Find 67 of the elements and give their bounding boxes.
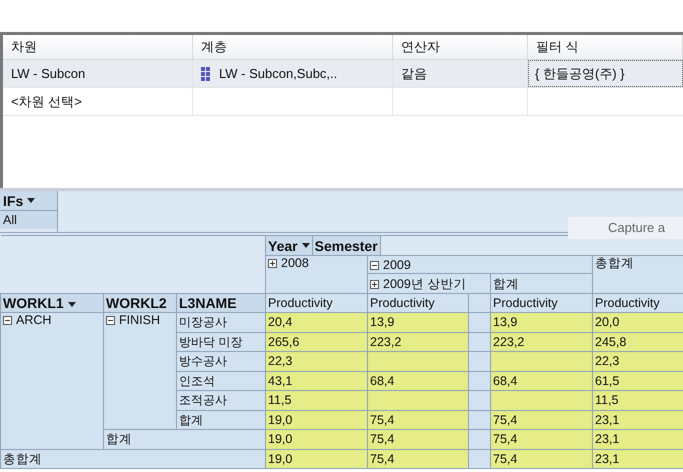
value-cell: 75,4	[368, 449, 469, 468]
value-cell: 23,1	[592, 410, 683, 430]
column-header[interactable]: 연산자	[393, 35, 528, 60]
year-header[interactable]: 2008	[268, 256, 309, 270]
measure-header: Productivity	[266, 294, 368, 312]
row-header: 방바닥 미장	[176, 332, 266, 352]
row-header: 인조석	[176, 371, 266, 390]
row-header: 합계	[106, 432, 132, 446]
value-cell: 43,1	[266, 371, 368, 390]
expand-icon[interactable]	[370, 280, 380, 288]
value-cell: 19,0	[266, 410, 368, 430]
collapse-icon[interactable]	[106, 316, 115, 325]
row-header[interactable]: ARCH	[3, 313, 52, 327]
value-cell: 75,4	[368, 410, 469, 430]
value-cell: 23,1	[592, 430, 683, 449]
measure-header: Productivity	[368, 294, 469, 312]
collapse-icon[interactable]	[3, 316, 12, 325]
value-cell: 19,0	[266, 449, 368, 468]
value-cell: 75,4	[490, 430, 593, 449]
value-cell: 13,9	[490, 312, 593, 332]
row-header: 미장공사	[176, 312, 266, 332]
row-header: 조적공사	[176, 390, 266, 410]
row-header: 방수공사	[176, 352, 266, 371]
value-cell: 75,4	[490, 410, 593, 430]
value-cell: 20,4	[266, 312, 368, 332]
value-cell: 68,4	[368, 371, 469, 390]
measure-header: Productivity	[490, 294, 593, 312]
value-cell: 223,2	[368, 332, 469, 352]
column-header[interactable]: 계층	[193, 35, 393, 60]
row-header[interactable]: FINISH	[106, 313, 160, 327]
value-cell: 11,5	[592, 390, 683, 410]
expand-icon[interactable]	[268, 259, 278, 268]
value-cell: 22,3	[592, 352, 683, 371]
dropdown-caret-icon	[302, 243, 310, 248]
value-cell: 68,4	[490, 371, 593, 390]
dropdown-caret-icon	[27, 198, 36, 203]
value-cell: 75,4	[490, 449, 593, 468]
value-cell: 11,5	[266, 390, 368, 410]
value-cell: 223,2	[490, 332, 593, 352]
value-cell: 75,4	[368, 430, 469, 449]
value-cell: 20,0	[592, 312, 683, 332]
column-header[interactable]: 차원	[3, 35, 193, 60]
value-cell: 245,8	[592, 332, 683, 352]
value-cell: 23,1	[592, 449, 683, 468]
grand-total-header: 총합계	[595, 256, 634, 270]
dropdown-caret-icon	[68, 302, 76, 307]
value-cell: 265,6	[266, 332, 368, 352]
filter-value-text: All	[0, 211, 57, 229]
year-header[interactable]: 2009	[370, 258, 411, 272]
value-cell: 13,9	[368, 312, 469, 332]
value-cell: 19,0	[266, 430, 368, 449]
hierarchy-icon	[201, 66, 211, 80]
filter-expression-field[interactable]: { 한들공영(주) }	[528, 60, 683, 87]
row-header: 총합계	[3, 452, 42, 466]
operator-text[interactable]: 같음	[401, 64, 427, 84]
collapse-icon[interactable]	[370, 260, 380, 270]
column-field-button[interactable]: Year	[266, 236, 313, 255]
column-header[interactable]: 필터 식	[528, 35, 683, 60]
value-cell: 61,5	[592, 371, 683, 390]
value-cell: 22,3	[266, 352, 368, 371]
total-header: 합계	[493, 276, 520, 290]
dimension-text[interactable]: <차원 선택>	[11, 92, 82, 112]
row-header: 합계	[176, 410, 266, 430]
column-field-button[interactable]: Semester	[312, 236, 381, 255]
capture-button[interactable]: Capture a	[568, 217, 683, 239]
measure-header: Productivity	[592, 294, 683, 312]
filter-field-button[interactable]: IFs	[0, 191, 57, 211]
